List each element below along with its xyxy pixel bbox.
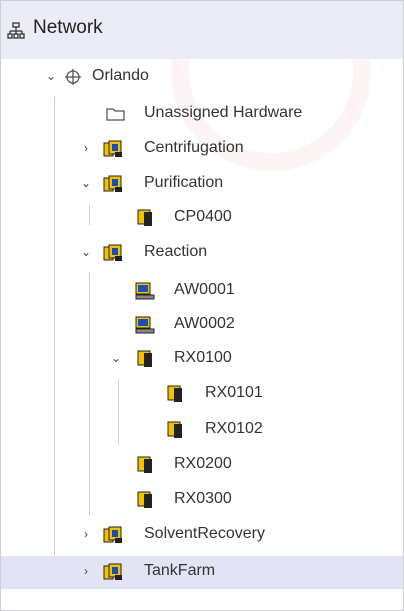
chevron-down-icon[interactable]: ⌄ [110,351,122,365]
workstation-icon [135,316,155,334]
tree-node-rx0300[interactable]: RX0300 [1,484,403,517]
tree-label: Purification [144,174,224,191]
tree-label: RX0101 [205,384,263,401]
header-title: Network [33,17,103,38]
tree-node-purification[interactable]: ⌄ Purification [1,168,403,201]
area-station-icon [103,244,122,261]
tree-node-solventrecovery[interactable]: › SolventRecovery [1,519,403,552]
tree-label: Centrifugation [144,139,244,156]
tree-label: RX0100 [174,349,232,366]
tree-node-aw0002[interactable]: AW0002 [1,309,403,342]
tree-node-orlando[interactable]: ⌄ Orlando [1,61,403,94]
area-station-icon [103,140,122,157]
tree-label: RX0300 [174,490,232,507]
tree-node-centrifugation[interactable]: › Centrifugation [1,133,403,166]
chevron-down-icon[interactable]: ⌄ [80,176,92,190]
tree-label: CP0400 [174,208,232,225]
tree-node-unassigned-hardware[interactable]: Unassigned Hardware [1,98,403,131]
controller-icon [137,456,152,473]
tree-node-tankfarm[interactable]: › TankFarm [1,556,403,589]
controller-icon [137,491,152,508]
workstation-icon [135,282,155,300]
area-station-icon [103,526,122,543]
site-icon [65,69,81,85]
tree-label: Orlando [92,67,149,84]
chevron-right-icon[interactable]: › [80,527,92,541]
tree-node-cp0400[interactable]: CP0400 [1,202,403,235]
tree-label: Reaction [144,243,208,260]
tree-node-rx0200[interactable]: RX0200 [1,449,403,482]
tree-label: TankFarm [144,562,216,579]
chevron-right-icon[interactable]: › [80,564,92,578]
area-station-icon [103,563,122,580]
tree-node-reaction[interactable]: ⌄ Reaction [1,237,403,270]
tree-label: AW0002 [174,315,235,332]
controller-icon [167,421,182,438]
folder-icon [106,108,125,121]
tree-node-rx0102[interactable]: RX0102 [1,414,403,447]
controller-icon [137,350,152,367]
controller-icon [167,385,182,402]
tree-label: Unassigned Hardware [144,104,303,121]
tree-label: RX0102 [205,420,263,437]
tree-node-aw0001[interactable]: AW0001 [1,275,403,308]
network-tree-icon [7,22,25,39]
chevron-down-icon[interactable]: ⌄ [80,245,92,259]
area-station-icon [103,175,122,192]
tree-header[interactable]: Network [1,1,403,59]
tree-label: AW0001 [174,281,235,298]
chevron-right-icon[interactable]: › [80,141,92,155]
tree-node-rx0101[interactable]: RX0101 [1,378,403,411]
tree-label: RX0200 [174,455,232,472]
controller-icon [137,209,152,226]
tree-label: SolventRecovery [144,525,265,542]
chevron-down-icon[interactable]: ⌄ [45,69,57,83]
network-tree-panel: Network ⌄ Orlando Unassigned Hardware › … [0,0,404,611]
tree-node-rx0100[interactable]: ⌄ RX0100 [1,343,403,376]
